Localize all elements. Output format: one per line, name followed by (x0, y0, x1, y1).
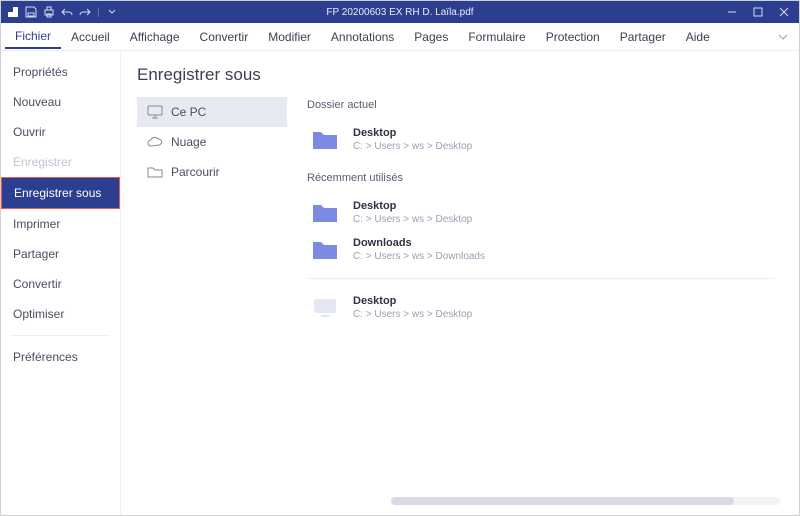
entry-text: Desktop C: > Users > ws > Desktop (353, 295, 472, 320)
location-label: Ce PC (171, 105, 206, 119)
sidebar-item-enregistrer-sous[interactable]: Enregistrer sous (1, 177, 120, 209)
menu-modifier[interactable]: Modifier (258, 26, 321, 48)
menu-overflow-icon[interactable] (777, 31, 789, 43)
main-body: Propriétés Nouveau Ouvrir Enregistrer En… (1, 51, 799, 515)
panel-title: Enregistrer sous (137, 65, 783, 85)
location-label: Parcourir (171, 165, 220, 179)
location-cloud[interactable]: Nuage (137, 127, 287, 157)
menu-bar: Fichier Accueil Affichage Convertir Modi… (1, 23, 799, 51)
menu-protection[interactable]: Protection (536, 26, 610, 48)
sidebar-item-enregistrer: Enregistrer (1, 147, 120, 177)
current-folder-entry[interactable]: Desktop C: > Users > ws > Desktop (307, 121, 775, 158)
sidebar-item-proprietes[interactable]: Propriétés (1, 57, 120, 87)
location-browse[interactable]: Parcourir (137, 157, 287, 187)
print-icon[interactable] (43, 6, 55, 18)
toolbar-divider: | (97, 7, 100, 18)
location-list: Ce PC Nuage Parcourir (137, 97, 287, 515)
menu-affichage[interactable]: Affichage (120, 26, 190, 48)
menu-fichier[interactable]: Fichier (5, 25, 61, 49)
minimize-button[interactable] (721, 3, 743, 21)
folder-fill-icon (311, 201, 339, 225)
menu-convertir[interactable]: Convertir (190, 26, 259, 48)
entry-text: Downloads C: > Users > ws > Downloads (353, 237, 485, 262)
horizontal-scrollbar[interactable] (391, 497, 781, 505)
chevron-down-icon[interactable] (106, 6, 118, 18)
panel-body: Ce PC Nuage Parcourir Dossier actue (137, 97, 783, 515)
entry-name: Desktop (353, 127, 472, 139)
sidebar-item-partager[interactable]: Partager (1, 239, 120, 269)
entry-path: C: > Users > ws > Desktop (353, 141, 472, 152)
entry-text: Desktop C: > Users > ws > Desktop (353, 200, 472, 225)
cloud-icon (147, 135, 163, 149)
title-bar: | FP 20200603 EX RH D. Laïla.pdf (1, 1, 799, 23)
menu-aide[interactable]: Aide (676, 26, 720, 48)
sidebar-item-ouvrir[interactable]: Ouvrir (1, 117, 120, 147)
maximize-button[interactable] (747, 3, 769, 21)
entry-path: C: > Users > ws > Downloads (353, 251, 485, 262)
folder-fill-icon (311, 238, 339, 262)
sidebar-item-imprimer[interactable]: Imprimer (1, 209, 120, 239)
file-sidebar: Propriétés Nouveau Ouvrir Enregistrer En… (1, 51, 121, 515)
menu-annotations[interactable]: Annotations (321, 26, 404, 48)
app-logo-icon (7, 6, 19, 18)
window-title: FP 20200603 EX RH D. Laïla.pdf (1, 7, 799, 18)
content-divider (307, 278, 775, 279)
redo-icon[interactable] (79, 6, 91, 18)
entry-path: C: > Users > ws > Desktop (353, 214, 472, 225)
locations-content: Dossier actuel Desktop C: > Users > ws >… (287, 97, 783, 515)
window-controls (721, 3, 795, 21)
title-bar-left: | (1, 6, 118, 18)
entry-path: C: > Users > ws > Desktop (353, 309, 472, 320)
monitor-fill-icon (311, 296, 339, 320)
menu-formulaire[interactable]: Formulaire (458, 26, 535, 48)
location-this-pc[interactable]: Ce PC (137, 97, 287, 127)
close-button[interactable] (773, 3, 795, 21)
entry-text: Desktop C: > Users > ws > Desktop (353, 127, 472, 152)
save-icon[interactable] (25, 6, 37, 18)
sidebar-item-optimiser[interactable]: Optimiser (1, 299, 120, 329)
folder-icon (147, 165, 163, 179)
entry-name: Desktop (353, 200, 472, 212)
scrollbar-thumb[interactable] (391, 497, 734, 505)
sidebar-item-nouveau[interactable]: Nouveau (1, 87, 120, 117)
menu-accueil[interactable]: Accueil (61, 26, 120, 48)
entry-name: Desktop (353, 295, 472, 307)
folder-fill-icon (311, 128, 339, 152)
recent-entry[interactable]: Desktop C: > Users > ws > Desktop (307, 194, 775, 231)
recent-label: Récemment utilisés (307, 172, 775, 184)
entry-name: Downloads (353, 237, 485, 249)
recent-entry[interactable]: Downloads C: > Users > ws > Downloads (307, 231, 775, 268)
save-as-panel: Enregistrer sous Ce PC Nuage (121, 51, 799, 515)
menu-partager[interactable]: Partager (610, 26, 676, 48)
location-label: Nuage (171, 135, 206, 149)
sidebar-item-preferences[interactable]: Préférences (1, 342, 120, 372)
sidebar-separator (11, 335, 110, 336)
monitor-icon (147, 105, 163, 119)
undo-icon[interactable] (61, 6, 73, 18)
current-folder-label: Dossier actuel (307, 99, 775, 111)
sidebar-item-convertir[interactable]: Convertir (1, 269, 120, 299)
menu-pages[interactable]: Pages (404, 26, 458, 48)
other-entry[interactable]: Desktop C: > Users > ws > Desktop (307, 289, 775, 326)
